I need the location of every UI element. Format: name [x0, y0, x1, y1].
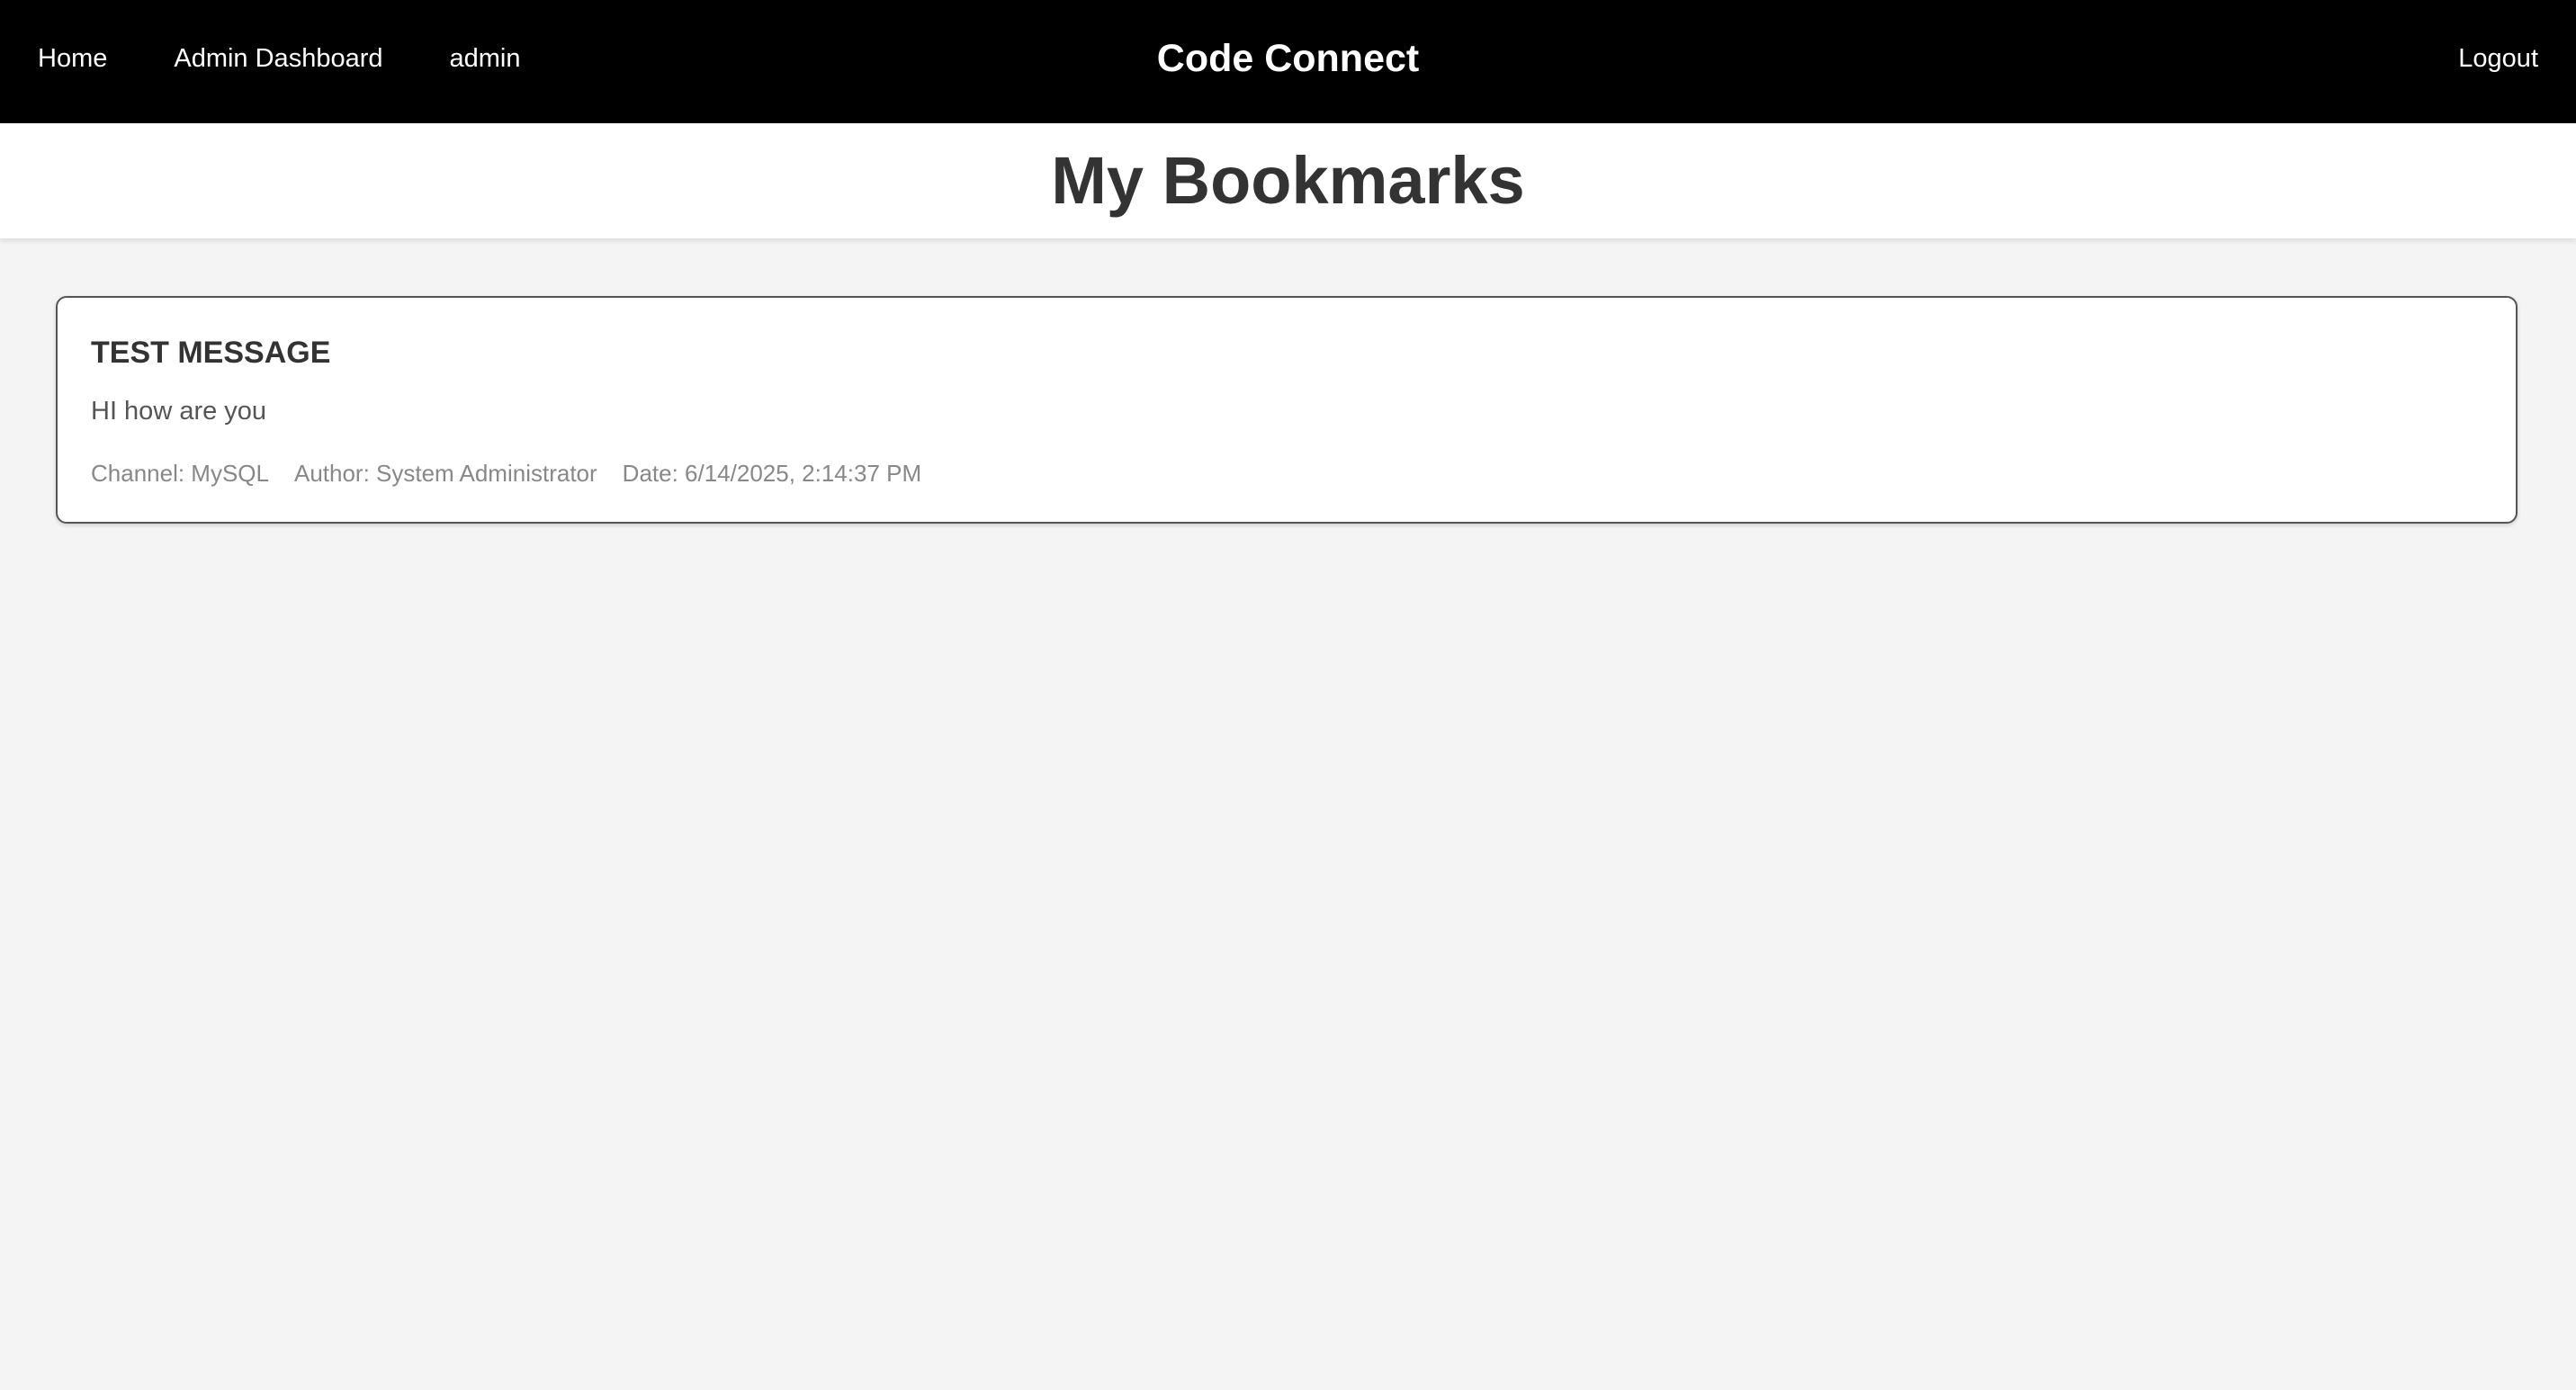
- bookmark-card[interactable]: TEST MESSAGE HI how are you Channel: MyS…: [56, 296, 2518, 524]
- nav-left-links: Home Admin Dashboard admin: [38, 0, 521, 117]
- bookmark-meta: Channel: MySQL Author: System Administra…: [91, 460, 921, 488]
- nav-home-link[interactable]: Home: [38, 44, 107, 74]
- nav-right-links: Logout: [2458, 0, 2538, 117]
- page-title: My Bookmarks: [1051, 143, 1525, 218]
- top-navbar: Home Admin Dashboard admin Code Connect …: [0, 0, 2576, 123]
- bookmark-title: TEST MESSAGE: [91, 336, 331, 370]
- nav-admin-dashboard-link[interactable]: Admin Dashboard: [174, 44, 382, 74]
- bookmark-date: Date: 6/14/2025, 2:14:37 PM: [622, 460, 922, 487]
- bookmark-author: Author: System Administrator: [293, 460, 597, 487]
- page-header: My Bookmarks: [0, 123, 2576, 238]
- logout-link[interactable]: Logout: [2458, 44, 2538, 74]
- bookmark-body: HI how are you: [91, 397, 267, 426]
- nav-user-link[interactable]: admin: [450, 44, 521, 74]
- bookmark-channel: Channel: MySQL: [91, 460, 269, 487]
